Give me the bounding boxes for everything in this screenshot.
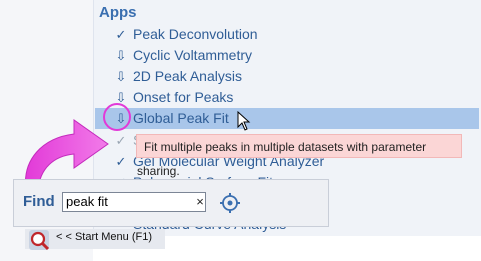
download-icon: ⇩ [115, 48, 127, 63]
menu-item-onset-for-peaks[interactable]: ⇩ Onset for Peaks [95, 87, 479, 108]
start-menu-label[interactable]: < < Start Menu (F1) [56, 231, 152, 243]
check-icon: ✓ [115, 27, 127, 42]
check-icon: ✓ [115, 154, 127, 169]
menu-item-label: Global Peak Fit [133, 110, 229, 126]
menu-item-2d-peak-analysis[interactable]: ⇩ 2D Peak Analysis [95, 66, 479, 87]
download-icon: ⇩ [115, 69, 127, 84]
apps-section-title: Apps [99, 4, 137, 21]
clear-search-button[interactable]: × [194, 193, 206, 211]
menu-item-label: Cyclic Voltammetry [133, 47, 253, 63]
check-icon: ✓ [115, 133, 127, 148]
menu-item-global-peak-fit[interactable]: ⇩ Global Peak Fit [95, 108, 479, 129]
find-input[interactable]: peak fit [62, 192, 206, 212]
search-app-icon[interactable] [27, 228, 51, 252]
menu-item-label: 2D Peak Analysis [133, 68, 242, 84]
find-label: Find [23, 193, 55, 210]
find-box: Find peak fit × [13, 179, 329, 227]
menu-item-peak-deconvolution[interactable]: ✓ Peak Deconvolution [95, 24, 479, 45]
menu-item-label: Peak Deconvolution [133, 26, 258, 42]
menu-item-cyclic-voltammetry[interactable]: ⇩ Cyclic Voltammetry [95, 45, 479, 66]
mouse-cursor-icon [237, 111, 251, 131]
menu-item-label: Onset for Peaks [133, 89, 234, 105]
tooltip: Fit multiple peaks in multiple datasets … [136, 134, 462, 178]
gear-icon[interactable] [219, 192, 241, 214]
